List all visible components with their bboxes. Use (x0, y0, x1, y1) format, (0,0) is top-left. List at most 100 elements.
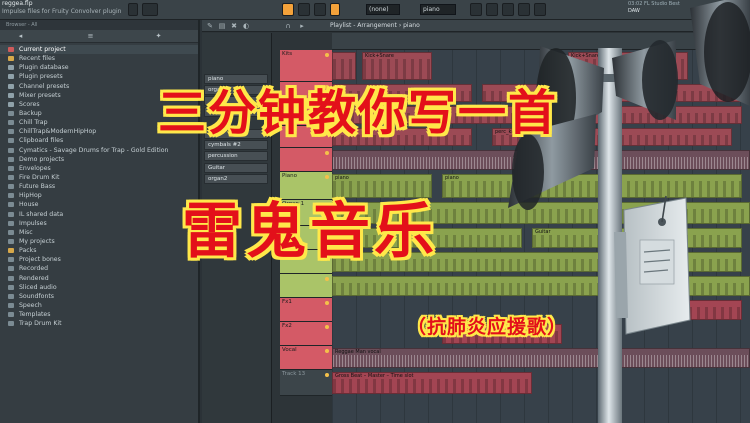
track-header[interactable]: Fx1 (280, 298, 332, 322)
track-led-icon[interactable] (325, 53, 329, 57)
clip-notes (613, 259, 741, 271)
folder-icon (8, 293, 14, 299)
playlist-clip[interactable]: Kick+Snare (568, 52, 688, 80)
piano-roll-button[interactable] (518, 3, 530, 16)
playlist-clip[interactable]: Kick+Snare (362, 52, 432, 80)
browser-item[interactable]: Trap Drum Kit (0, 319, 198, 328)
track-led-icon[interactable] (325, 325, 329, 329)
playlist-clip[interactable]: Reggae Man vocal (332, 348, 750, 368)
track-header[interactable] (280, 274, 332, 298)
folder-icon (8, 184, 14, 190)
channel-select[interactable]: piano (420, 4, 456, 15)
playlist-clip[interactable] (332, 150, 750, 170)
wait-input-button[interactable] (298, 3, 310, 16)
playlist-clip[interactable] (332, 276, 750, 296)
browser-item-label: HipHop (19, 192, 42, 200)
browser-category-icon (8, 56, 14, 62)
browser-item-label: Recent files (19, 55, 55, 63)
browser-star-icon[interactable]: ✦ (154, 32, 163, 40)
playlist-clip[interactable]: Gross Beat – Master – Time slot (332, 372, 532, 394)
folder-icon (8, 238, 14, 244)
plugin-picker-button[interactable] (470, 3, 482, 16)
track-header[interactable]: Fx2 (280, 322, 332, 346)
browser-category-icon (8, 92, 14, 98)
countdown-button[interactable] (314, 3, 326, 16)
browser-item[interactable]: Demo projects (0, 155, 198, 164)
record-button[interactable] (128, 3, 138, 16)
mixer-button[interactable] (486, 3, 498, 16)
browser-item[interactable]: Cymatics - Savage Drums for Trap - Gold … (0, 146, 198, 155)
track-led-icon[interactable] (325, 175, 329, 179)
track-led-icon[interactable] (325, 349, 329, 353)
draw-tool-icon[interactable]: ✎ (206, 22, 214, 30)
browser-item-label: Clipboard files (19, 137, 64, 145)
browser-category-icon (8, 101, 14, 107)
browser-item-label: Chill Trap (19, 119, 48, 127)
news-time: 03:02 FL Studio Best (628, 1, 680, 7)
browser-item[interactable]: Soundfonts (0, 292, 198, 301)
browser-item[interactable]: Current project (0, 45, 198, 55)
channel-button[interactable]: piano (204, 74, 268, 84)
mute-tool-icon[interactable]: ◐ (242, 22, 250, 30)
channel-button[interactable]: Guitar (204, 163, 268, 173)
channel-button[interactable]: percussion (204, 151, 268, 161)
track-led-icon[interactable] (325, 277, 329, 281)
browser-tabs: ◂ ≡ ✦ (0, 30, 198, 43)
delete-tool-icon[interactable]: ✖ (230, 22, 238, 30)
metronome-button[interactable] (282, 3, 294, 16)
browser-item-label: Cymatics - Savage Drums for Trap - Gold … (19, 146, 169, 154)
playlist-title: Playlist - Arrangement › piano (330, 22, 420, 29)
clip-notes (333, 59, 355, 79)
playlist-clip[interactable]: piano (332, 174, 432, 198)
timeline-ruler[interactable] (332, 33, 750, 50)
playlist-clip[interactable]: Scoo_bal_28 (632, 300, 742, 320)
track-led-icon[interactable] (325, 301, 329, 305)
playlist-clip[interactable]: piano (442, 174, 742, 198)
browser-item[interactable]: Templates (0, 310, 198, 319)
track-label: Track 13 (282, 371, 306, 377)
playlist-clip[interactable] (332, 52, 356, 80)
browser-item[interactable]: Envelopes (0, 164, 198, 173)
track-led-icon[interactable] (325, 151, 329, 155)
track-header[interactable] (280, 148, 332, 172)
overlay-title-line2: 雷鬼音乐 (182, 197, 438, 267)
browser-back-icon[interactable]: ◂ (16, 32, 25, 40)
browser-item[interactable]: Speech (0, 301, 198, 310)
playlist-clip[interactable]: Guitar (532, 228, 742, 248)
browser-item[interactable]: Future Bass (0, 182, 198, 191)
browser-item[interactable]: Rendered (0, 274, 198, 283)
track-header[interactable]: Vocal (280, 346, 332, 370)
snap-magnet-icon[interactable]: ∩ (284, 22, 292, 30)
playlist-arrow-icon[interactable]: ▸ (298, 22, 306, 30)
clip-notes (333, 379, 531, 393)
folder-icon (8, 147, 14, 153)
browser-item[interactable]: Plugin database (0, 63, 198, 72)
browser-sort-icon[interactable]: ≡ (86, 32, 95, 40)
browser-category-icon (8, 65, 14, 71)
folder-icon (8, 156, 14, 162)
playlist-clip[interactable]: Bass (612, 252, 742, 272)
snap-link-icon[interactable] (330, 3, 340, 16)
folder-icon (8, 193, 14, 199)
channel-button[interactable]: organ2 (204, 174, 268, 184)
browser-item-label: Scores (19, 100, 40, 108)
track-label: Fx1 (282, 299, 292, 305)
paint-tool-icon[interactable]: ▤ (218, 22, 226, 30)
browser-item-label: Sliced audio (19, 283, 57, 291)
channel-rack-button[interactable] (502, 3, 514, 16)
pattern-song-toggle[interactable] (142, 3, 158, 16)
browser-item[interactable]: Plugin presets (0, 72, 198, 81)
track-led-icon[interactable] (325, 373, 329, 377)
pattern-select[interactable]: (none) (366, 4, 400, 15)
track-header[interactable]: Track 13 (280, 370, 332, 396)
folder-icon (8, 275, 14, 281)
browser-item[interactable]: Sliced audio (0, 283, 198, 292)
project-info: reggea.flp Impulse files for Fruity Conv… (2, 0, 121, 16)
track-label: Kits (282, 51, 293, 57)
browser-item[interactable]: Fire Drum Kit (0, 173, 198, 182)
track-header[interactable]: Kits (280, 50, 332, 82)
browser-item-label: Misc (19, 228, 33, 236)
browser-button[interactable] (534, 3, 546, 16)
browser-item-label: Recorded (19, 265, 49, 273)
browser-item[interactable]: Recent files (0, 54, 198, 63)
